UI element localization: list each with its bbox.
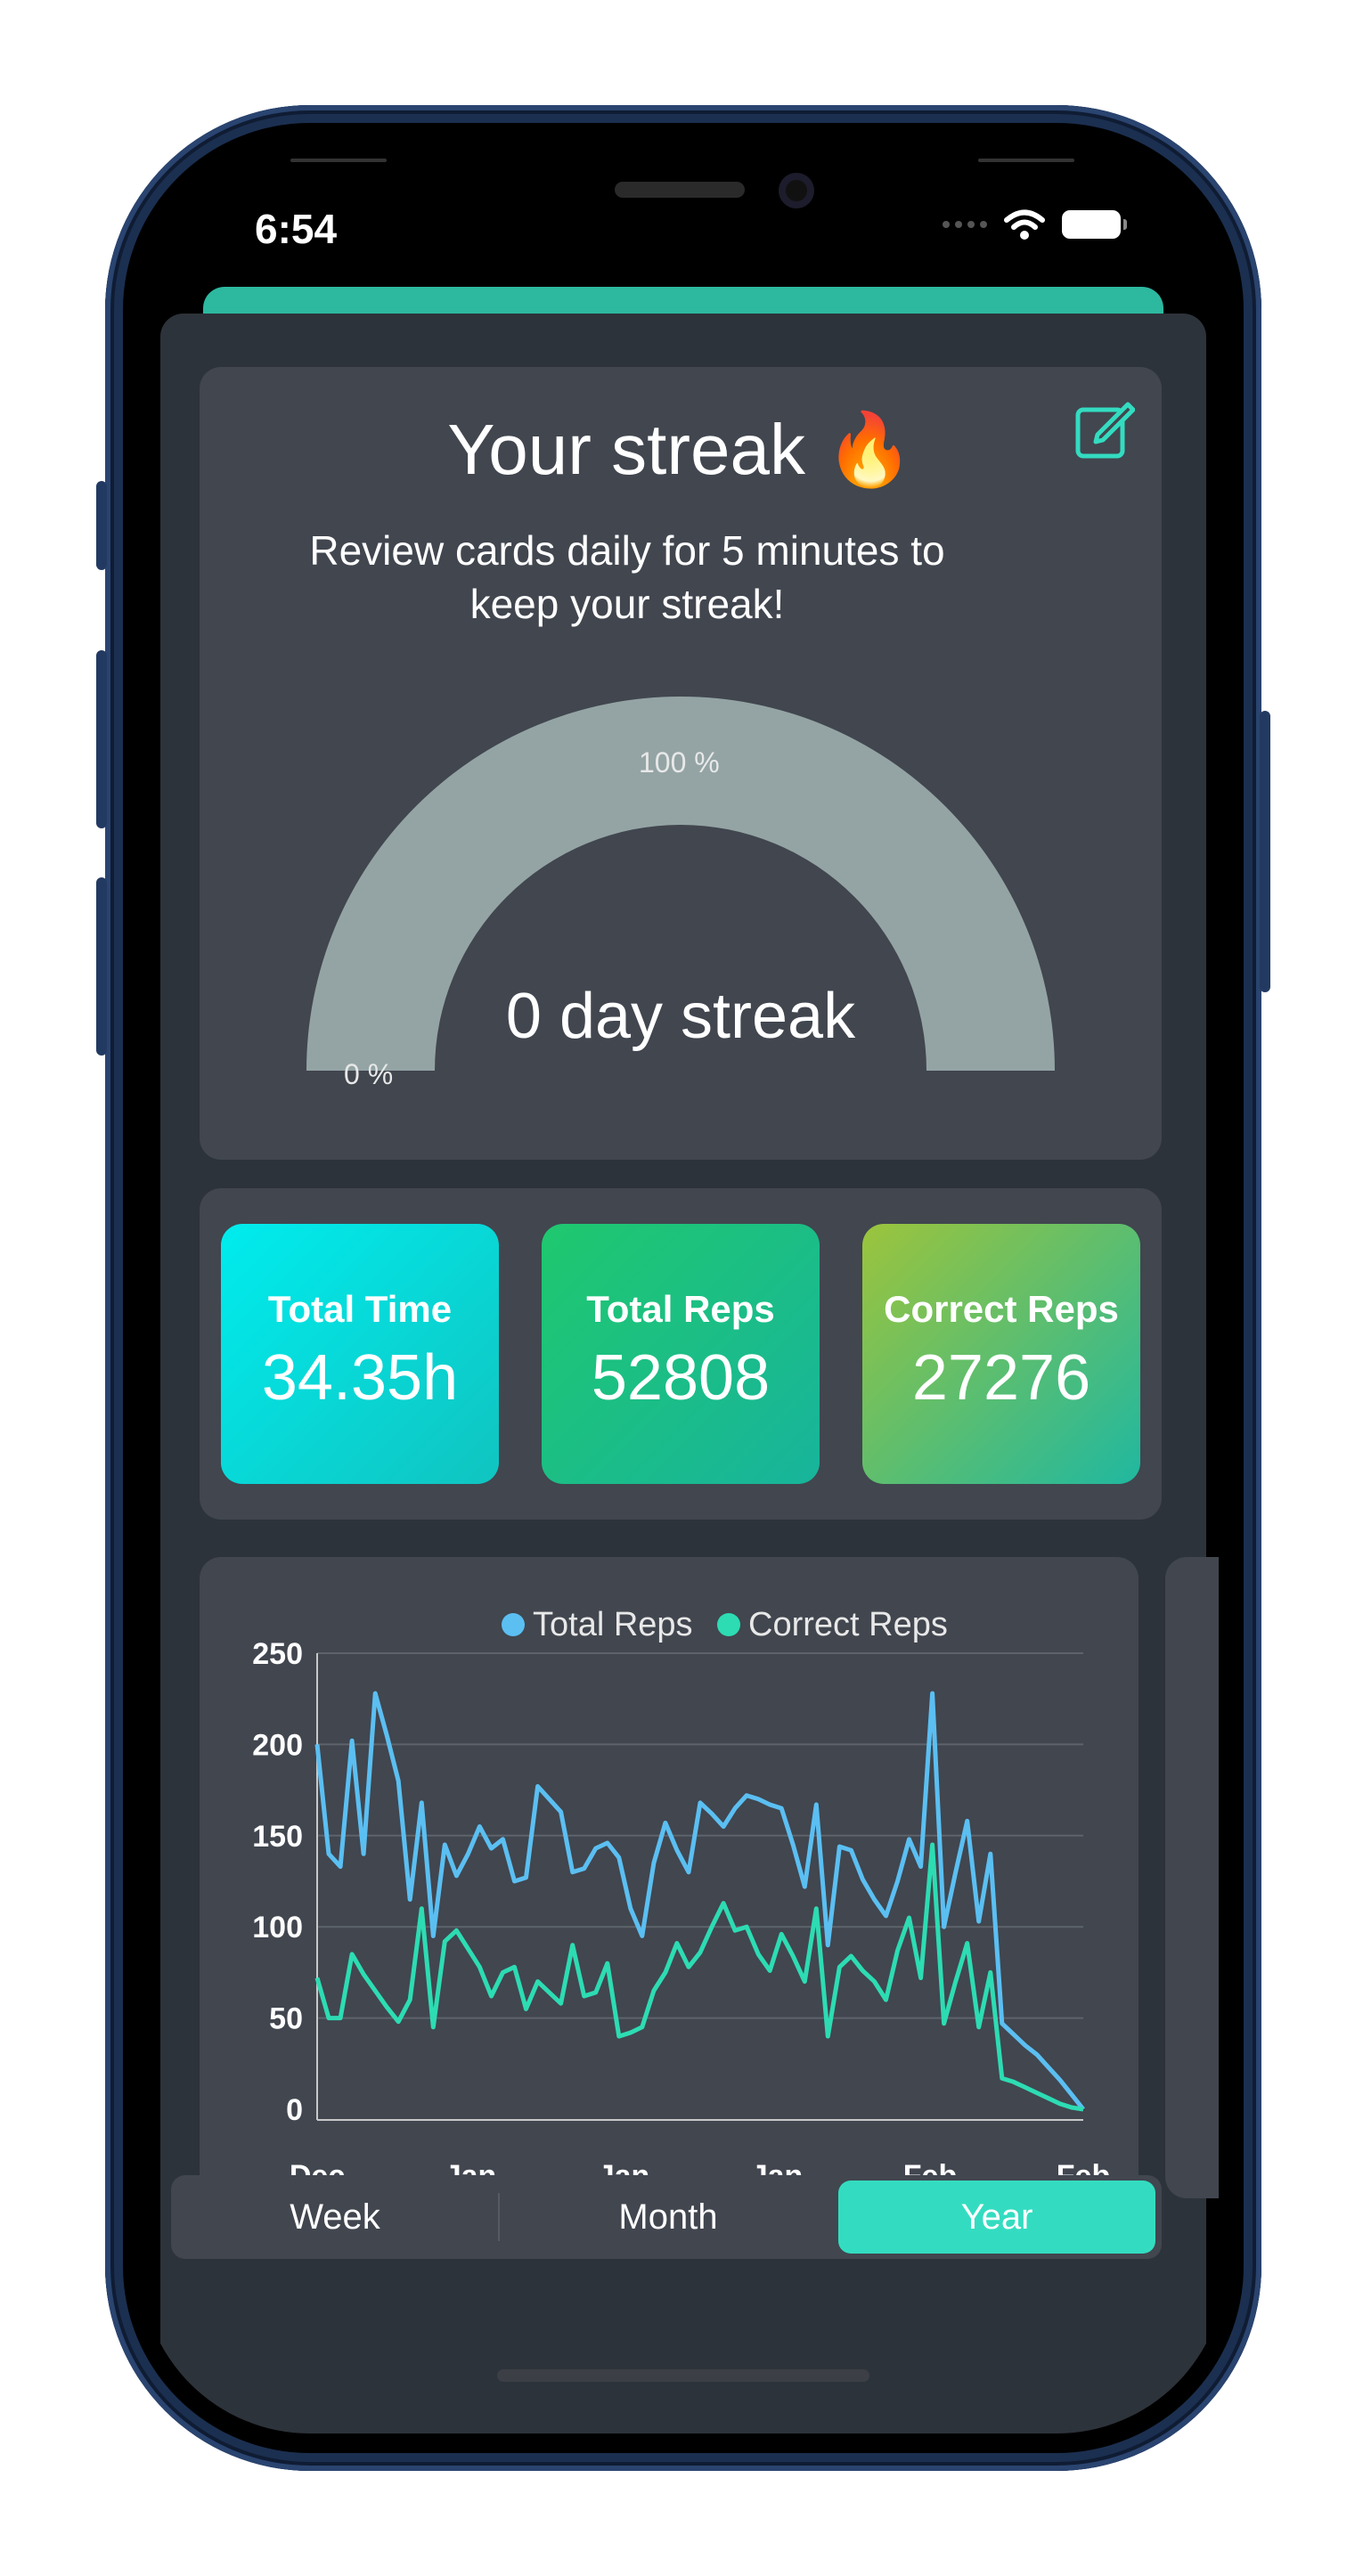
- gauge-max-label: 100 %: [639, 746, 720, 779]
- bezel-edge: [290, 159, 387, 162]
- legend-label: Total Reps: [533, 1606, 693, 1643]
- correct-reps-value: 27276: [911, 1342, 1091, 1414]
- range-year-button[interactable]: Year: [838, 2175, 1155, 2259]
- legend-label: Correct Reps: [748, 1606, 948, 1643]
- home-indicator[interactable]: [497, 2369, 869, 2382]
- total-reps-label: Total Reps: [586, 1288, 775, 1330]
- correct-reps-line: [314, 1842, 1084, 2112]
- total-reps-line: [314, 1691, 1085, 2111]
- legend-swatch: [502, 1613, 525, 1636]
- y-tick-label: 250: [252, 1637, 303, 1671]
- status-icons: [943, 208, 1127, 240]
- streak-count-label: 0 day streak: [505, 981, 856, 1052]
- streak-card: Your streak 🔥 Review cards daily for 5 m…: [200, 367, 1162, 1160]
- total-reps-tile: Total Reps 52808: [542, 1224, 820, 1484]
- volume-down-button: [96, 877, 107, 1056]
- y-tick-label: 0: [286, 2093, 303, 2127]
- correct-reps-tile: Correct Reps 27276: [862, 1224, 1140, 1484]
- earpiece-speaker: [615, 182, 745, 198]
- status-time: 6:54: [255, 206, 338, 252]
- silent-switch: [96, 481, 107, 570]
- range-selector: Week Month Year: [171, 2175, 1162, 2259]
- range-week-button[interactable]: Week: [171, 2175, 499, 2259]
- reps-chart-card: 050100150200250DecJanJanJanFebFebTotal R…: [200, 1557, 1139, 2197]
- total-time-value: 34.35h: [261, 1342, 459, 1414]
- y-tick-label: 50: [269, 2002, 303, 2036]
- y-tick-label: 100: [252, 1911, 303, 1944]
- volume-up-button: [96, 650, 107, 828]
- phone-screen: 6:54 Your streak 🔥 Review cards daily fo…: [141, 143, 1226, 2433]
- battery-icon: [1062, 210, 1127, 239]
- next-card-peek: [1165, 1557, 1219, 2198]
- front-camera: [779, 173, 814, 208]
- signal-icon: [943, 221, 987, 228]
- reps-line-chart: 050100150200250DecJanJanJanFebFebTotal R…: [252, 1606, 1110, 2193]
- wifi-icon: [1004, 209, 1045, 240]
- total-reps-value: 52808: [591, 1342, 771, 1414]
- gauge-min-label: 0 %: [344, 1058, 394, 1090]
- correct-reps-label: Correct Reps: [884, 1288, 1119, 1330]
- bezel-edge: [978, 159, 1074, 162]
- totals-card: Total Time 34.35h Total Reps 52808 Corre…: [200, 1188, 1162, 1520]
- y-tick-label: 200: [252, 1728, 303, 1762]
- y-tick-label: 150: [252, 1820, 303, 1854]
- stats-sheet: Your streak 🔥 Review cards daily for 5 m…: [160, 314, 1219, 2433]
- range-month-button[interactable]: Month: [502, 2175, 834, 2259]
- total-time-tile: Total Time 34.35h: [221, 1224, 499, 1484]
- legend-swatch: [717, 1613, 740, 1636]
- total-time-label: Total Time: [267, 1288, 453, 1330]
- power-button: [1260, 711, 1270, 992]
